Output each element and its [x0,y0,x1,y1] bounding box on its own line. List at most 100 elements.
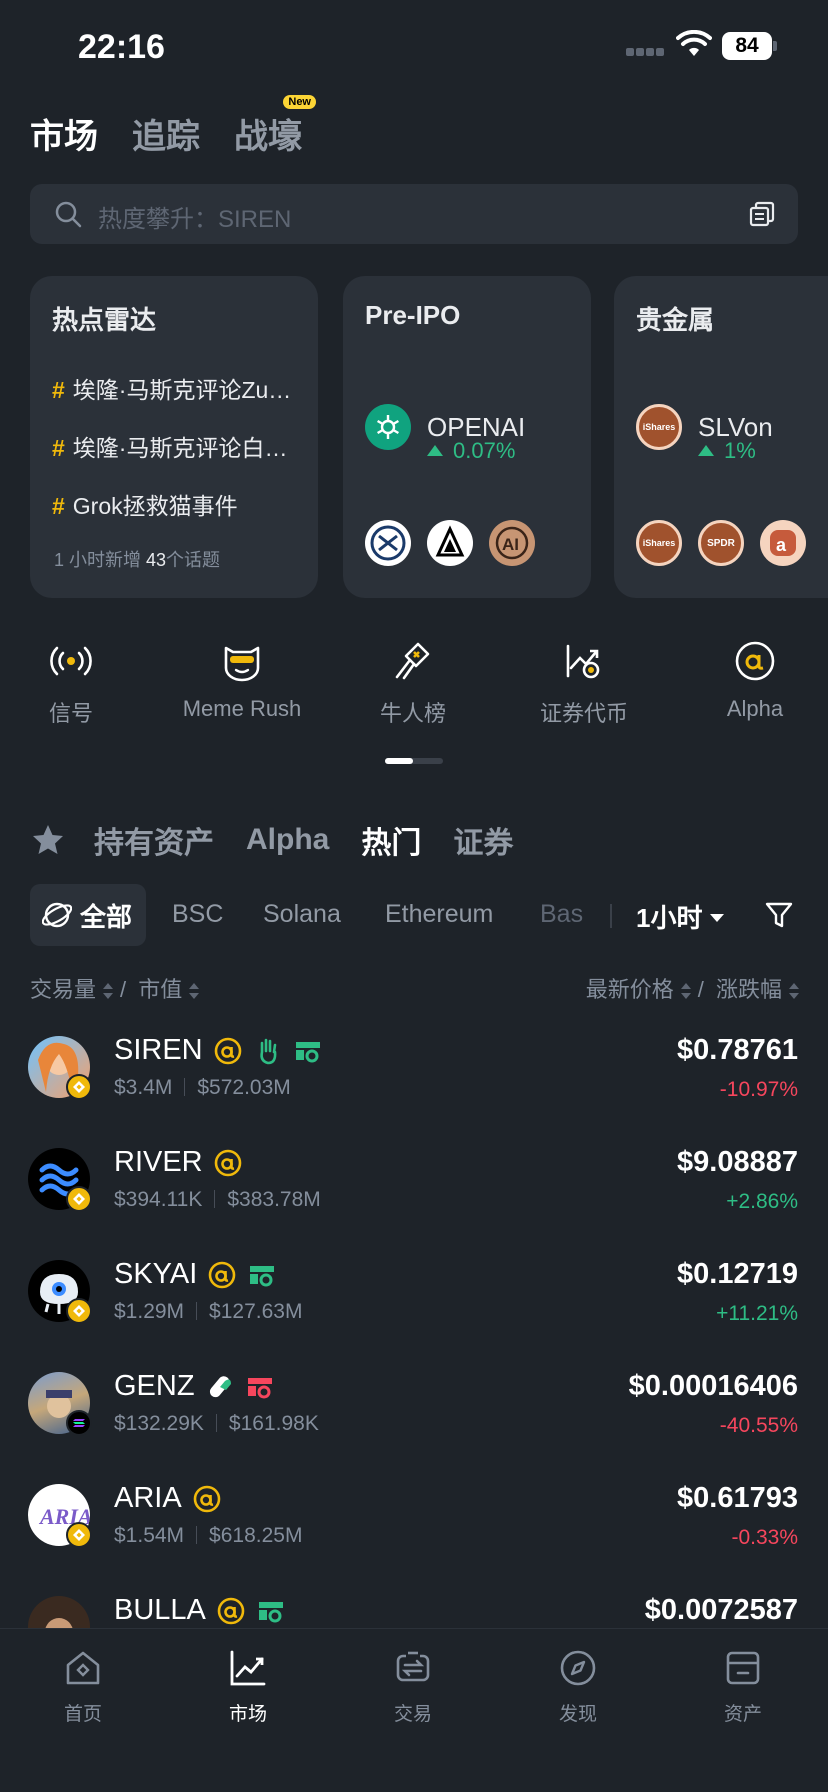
tab-trenches-label: 战壕 [234,117,302,156]
token-price: $0.12719 [677,1258,798,1290]
topic-count: 1 小时新增 43个话题 [54,550,221,570]
nav-discover[interactable]: 发现 [518,1647,638,1726]
token-price: $0.00016406 [628,1370,798,1402]
token-volume: $132.29K [114,1412,204,1435]
chain-filter-ethereum[interactable]: Ethereum [385,900,493,929]
shortcut-label: 牛人榜 [379,701,446,726]
shortcut-label: 证券代币 [539,701,628,726]
sort-arrows-icon [103,983,114,1000]
tab-hot[interactable]: 热门 [361,818,421,862]
sort-header: 交易量 / 市值 最新价格 / 涨跌幅 [30,972,800,1002]
token-price: $0.78761 [677,1034,798,1066]
token-change: -0.33% [731,1526,798,1549]
topic-item[interactable]: # Grok拯救猫事件 [52,487,302,521]
token-mcap: $383.78M [227,1188,321,1211]
solana-chain-icon [66,1410,92,1436]
pre-ipo-card[interactable]: Pre-IPO OPENAI 0.07% AI [343,276,591,598]
shortcut-alpha[interactable]: Alpha [680,640,828,722]
tab-tracking[interactable]: 追踪 [132,109,200,158]
battery-tip [773,41,777,51]
token-change: -40.55% [719,1414,798,1437]
precious-metals-card[interactable]: 贵金属 iShares SLVon 1% iShares SPDR a [614,276,828,598]
shortcut-securities-token[interactable]: 证券代币 [509,640,659,728]
pager-indicator [385,758,413,764]
token-row-siren[interactable]: SIREN $3.4M $572.03M $0.78761 -10.97% [0,1026,828,1138]
token-list: SIREN $3.4M $572.03M $0.78761 -10.97% RIV… [0,1026,828,1628]
up-arrow-icon [698,445,714,456]
filter-icon[interactable] [764,900,794,930]
token-volume: $394.11K [114,1188,203,1211]
shortcut-meme-rush[interactable]: Meme Rush [167,640,317,722]
nav-label: 资产 [723,1704,762,1725]
status-bar: 22:16 84 [0,0,828,92]
chain-filter-bsc[interactable]: BSC [172,900,223,929]
chain-filter-solana[interactable]: Solana [263,900,341,929]
hand-wave-icon [259,1038,277,1064]
search-input[interactable]: 热度攀升：SIREN [30,184,798,244]
search-icon [55,201,82,228]
tab-holdings[interactable]: 持有资产 [94,818,214,862]
tab-trenches[interactable]: 战壕 New [234,94,316,158]
token-price: $9.08887 [677,1146,798,1178]
search-placeholder: 热度攀升：SIREN [98,206,292,233]
ishares-logo-icon: iShares [636,520,682,566]
anthropic-logo-icon [427,520,473,566]
shortcut-signal[interactable]: 信号 [0,640,146,728]
shortcut-leaderboard[interactable]: 牛人榜 [338,640,488,728]
chain-filter-base[interactable]: Bas [540,900,598,929]
nav-home[interactable]: 首页 [23,1647,143,1726]
copy-scan-icon[interactable] [748,200,776,228]
nav-assets[interactable]: 资产 [683,1647,803,1726]
tab-alpha[interactable]: Alpha [246,823,329,857]
token-row-skyai[interactable]: SKYAI $1.29M $127.63M $0.12719 +11.21% [0,1250,828,1362]
topic-item[interactable]: # 埃隆·马斯克评论白… [52,429,302,463]
alpha-tag-icon [214,1149,241,1176]
sort-volume[interactable]: 交易量 [30,977,96,1002]
hash-icon: # [52,377,65,403]
token-row-river[interactable]: RIVER $394.11K $383.78M $9.08887 +2.86% [0,1138,828,1250]
alpha-tag-icon [208,1261,236,1288]
tab-securities[interactable]: 证券 [453,818,513,862]
top-tabs: 市场 追踪 战壕 New [30,94,316,158]
hot-radar-card[interactable]: 热点雷达 # 埃隆·马斯克评论Zu… # 埃隆·马斯克评论白… # Grok拯救猫事件… [30,276,318,598]
tab-market[interactable]: 市场 [30,109,98,158]
star-icon[interactable] [30,822,66,858]
token-price: $0.0072587 [644,1594,798,1626]
leaderboard-icon [395,642,430,680]
wifi-icon [676,30,712,56]
token-change: +2.86% [726,1190,798,1213]
compass-icon [560,1650,596,1686]
asset-change: 1% [698,438,756,464]
chain-filter-all[interactable]: 全部 [30,884,146,946]
security-warning-tag-icon [247,1377,272,1398]
token-symbol: RIVER [114,1146,203,1178]
token-price: $0.61793 [677,1482,798,1514]
signal-icon [50,646,92,676]
nav-label: 市场 [228,1704,267,1725]
up-arrow-icon [427,445,443,456]
token-row-aria[interactable]: ARIA ARIA $1.54M $618.25M $0.61793 -0.33% [0,1474,828,1586]
bsc-chain-icon [66,1298,92,1324]
topic-item[interactable]: # 埃隆·马斯克评论Zu… [52,371,302,405]
token-change: -10.97% [719,1078,798,1101]
card-title: 贵金属 [636,305,715,335]
sort-price[interactable]: 最新价格 [586,977,674,1002]
sort-mcap[interactable]: 市值 [138,977,182,1002]
token-row-genz[interactable]: GENZ $132.29K $161.98K $0.00016406 -40.55… [0,1362,828,1474]
token-symbol: SKYAI [114,1258,198,1290]
nav-trade[interactable]: 交易 [353,1647,473,1726]
token-mcap: $618.25M [209,1524,303,1547]
alpha-tag-icon [217,1597,245,1624]
time-range-select[interactable]: 1小时 [636,898,725,935]
market-chart-icon [230,1650,266,1686]
nav-market[interactable]: 市场 [188,1647,308,1726]
sort-arrows-icon [789,983,799,1000]
svg-text:AI: AI [502,535,519,554]
sort-left: 交易量 / 市值 [30,972,206,1004]
shortcut-label: Alpha [726,696,784,721]
token-row-bulla[interactable]: BULLA $0.0072587 [0,1586,828,1628]
trade-swap-icon [396,1650,430,1682]
securities-token-icon [566,644,600,679]
status-time: 22:16 [78,28,165,66]
sort-change[interactable]: 涨跌幅 [716,977,782,1002]
